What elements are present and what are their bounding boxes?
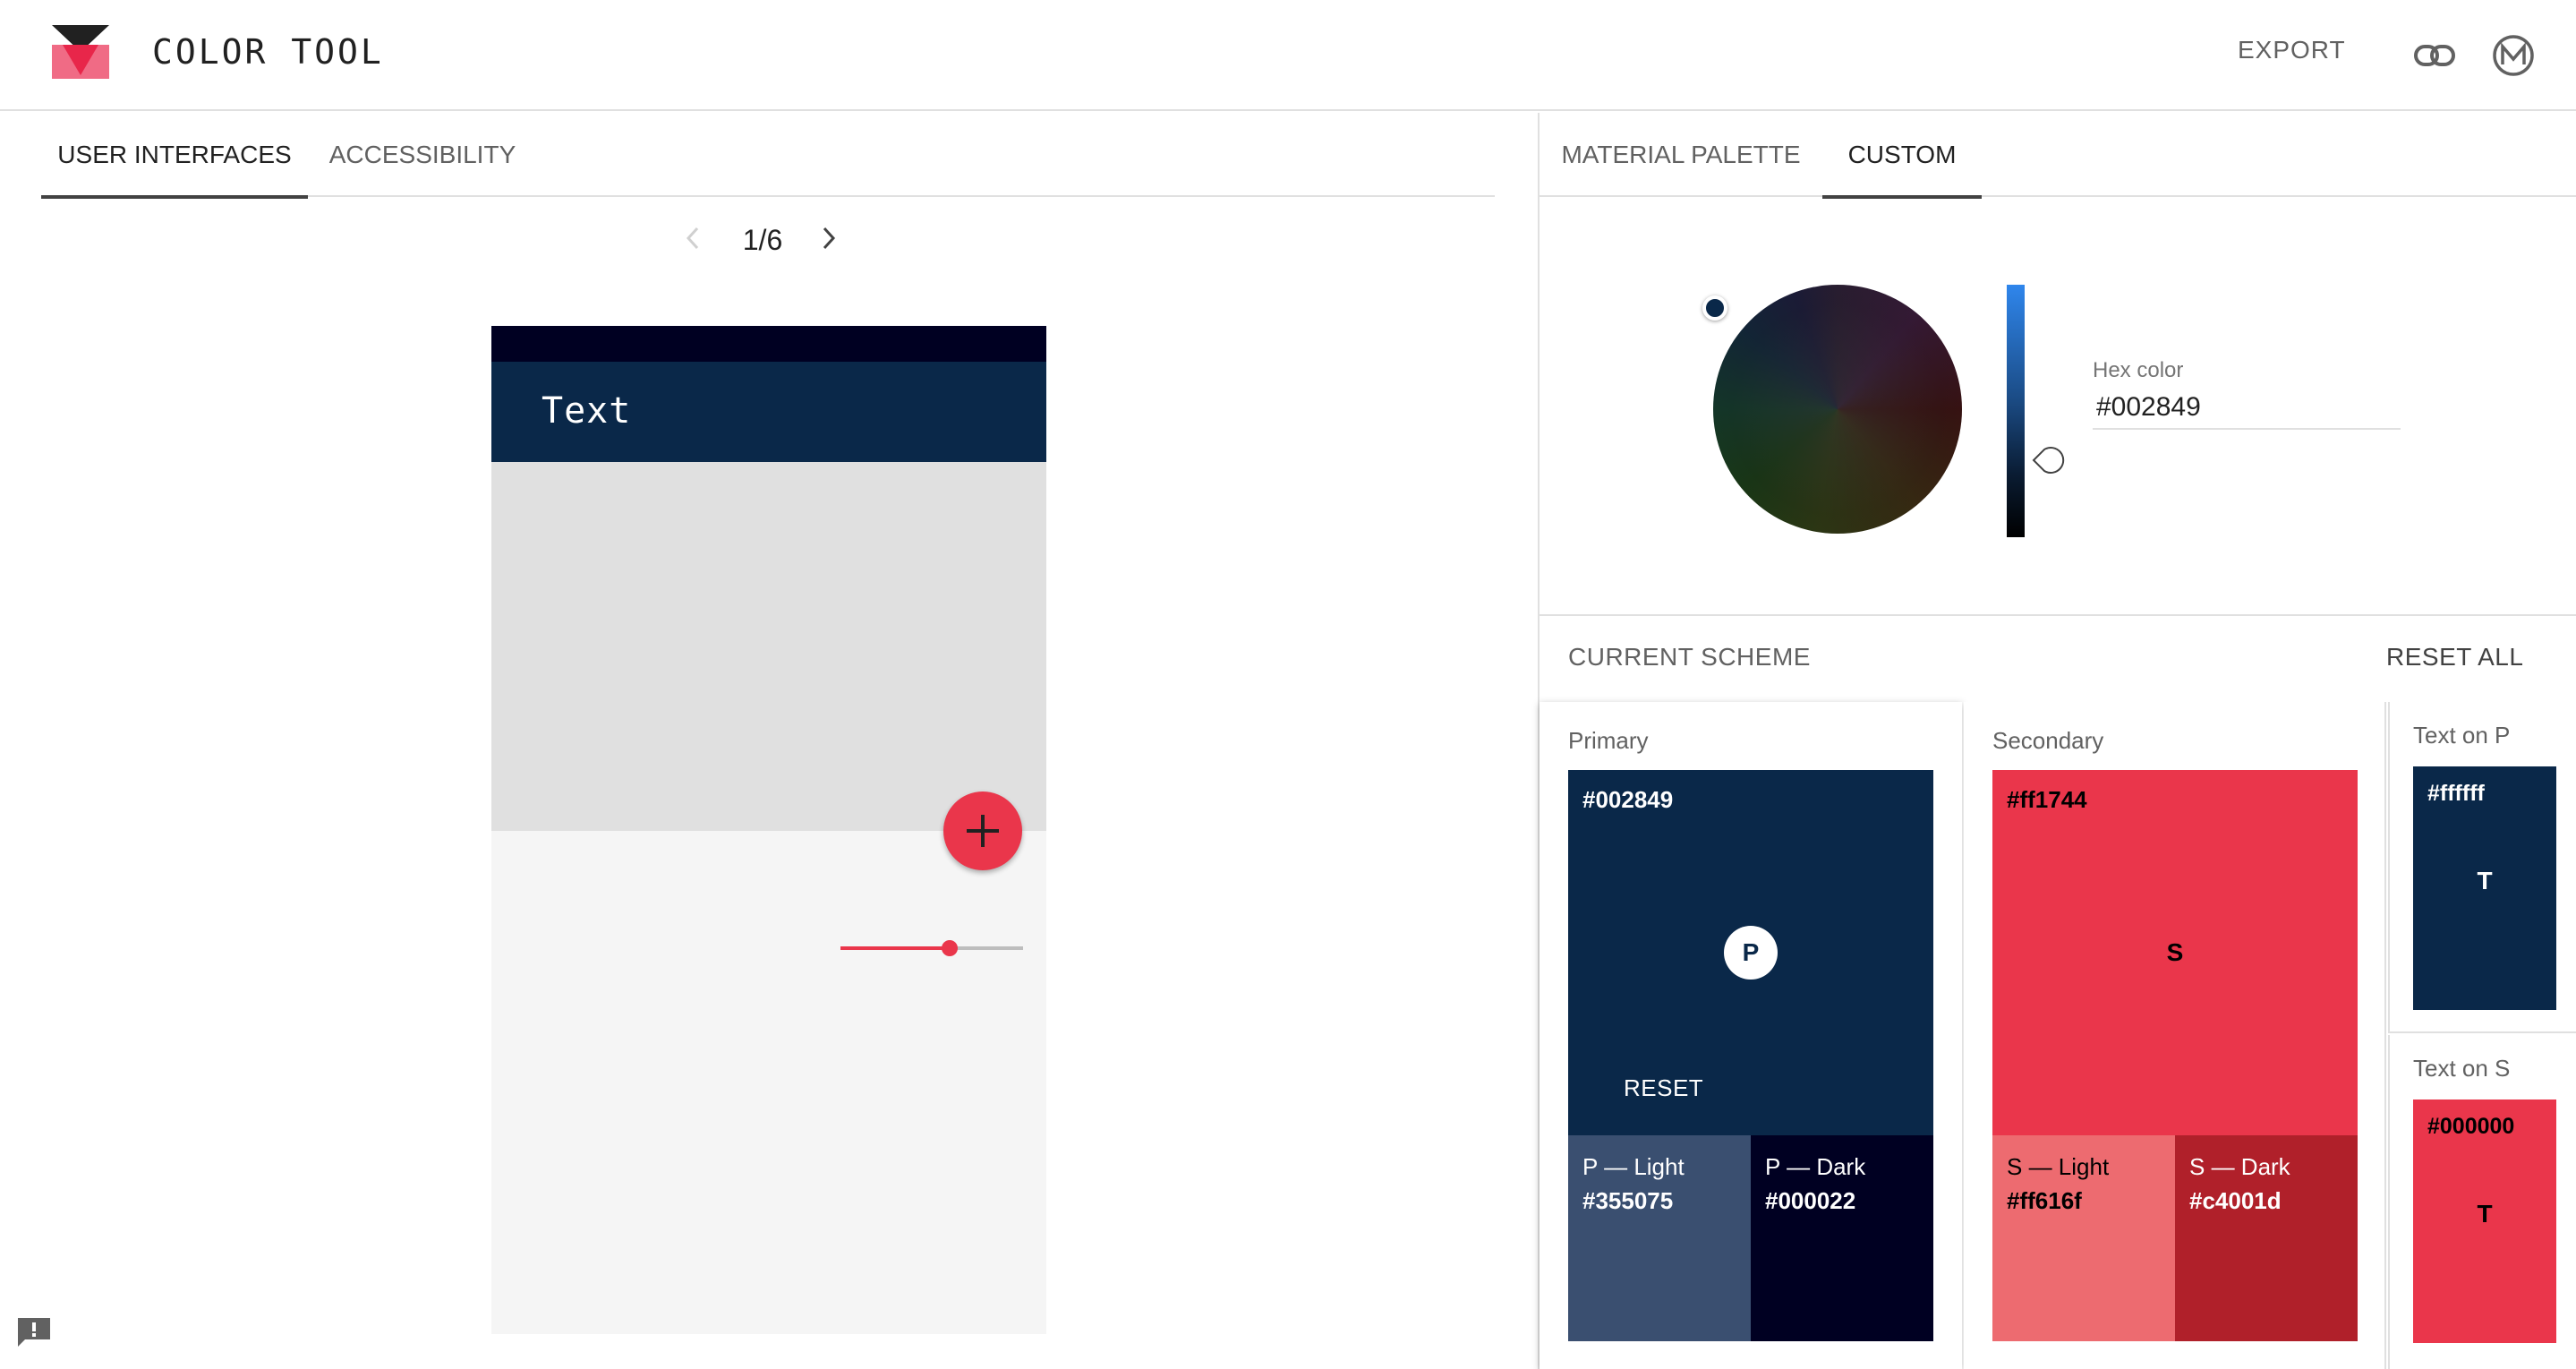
text-on-secondary-hex: #000000 — [2427, 1114, 2515, 1139]
current-scheme-title: CURRENT SCHEME — [1568, 643, 1811, 671]
slider-fill — [840, 946, 951, 950]
text-on-secondary-swatch[interactable]: #000000 T — [2413, 1099, 2556, 1343]
brightness-slider-handle[interactable] — [2030, 442, 2066, 478]
secondary-swatch[interactable]: #ff1744 S — [1992, 770, 2358, 1135]
text-on-secondary-card[interactable]: Text on S #000000 T — [2388, 1035, 2576, 1369]
current-scheme-header: CURRENT SCHEME RESET ALL — [1540, 618, 2576, 700]
secondary-hex: #ff1744 — [2007, 786, 2087, 813]
phone-app-bar: Text — [491, 362, 1046, 462]
brightness-slider[interactable] — [2007, 285, 2025, 537]
phone-app-bar-title: Text — [542, 390, 632, 432]
custom-color-picker: Hex color — [1540, 199, 2576, 616]
text-on-primary-hex: #ffffff — [2427, 781, 2485, 806]
hex-color-input[interactable] — [2093, 387, 2401, 430]
primary-selected-badge: P — [1724, 926, 1778, 980]
secondary-label: Secondary — [1992, 727, 2104, 754]
preview-pane: USER INTERFACES ACCESSIBILITY 1/6 Text — [0, 113, 1538, 1369]
secondary-dark-hex: #c4001d — [2189, 1187, 2282, 1214]
text-on-secondary-label: Text on S — [2413, 1055, 2511, 1082]
secondary-light-hex: #ff616f — [2007, 1187, 2082, 1214]
phone-preview: Text — [491, 326, 1046, 1334]
phone-slider[interactable] — [840, 935, 1023, 962]
app-title: COLOR TOOL — [152, 32, 384, 72]
primary-hex: #002849 — [1582, 786, 1674, 813]
tab-material-palette[interactable]: MATERIAL PALETTE — [1540, 113, 1822, 197]
color-pane: MATERIAL PALETTE CUSTOM Hex color CURREN… — [1540, 113, 2576, 1369]
secondary-letter: S — [2166, 938, 2184, 966]
secondary-dark-swatch[interactable]: S — Dark #c4001d — [2175, 1135, 2358, 1341]
primary-dark-hex: #000022 — [1765, 1187, 1856, 1214]
chevron-right-icon[interactable] — [816, 222, 841, 254]
primary-swatch[interactable]: #002849 P RESET — [1568, 770, 1933, 1135]
chevron-left-icon[interactable] — [680, 222, 705, 254]
phone-status-bar — [491, 326, 1046, 362]
secondary-dark-name: S — Dark — [2189, 1153, 2290, 1180]
primary-light-swatch[interactable]: P — Light #355075 — [1568, 1135, 1751, 1341]
primary-reset-button[interactable]: RESET — [1624, 1074, 1703, 1102]
export-button[interactable]: EXPORT — [2238, 36, 2346, 75]
material-logo-icon[interactable] — [2492, 34, 2535, 77]
hex-color-label: Hex color — [2093, 358, 2184, 382]
preview-pager: 1/6 — [680, 211, 841, 265]
phone-fab-button[interactable] — [943, 791, 1022, 870]
secondary-card[interactable]: Secondary #ff1744 S S — Light #ff616f S … — [1964, 702, 2386, 1369]
app-header: COLOR TOOL EXPORT — [0, 0, 2576, 111]
primary-light-name: P — Light — [1582, 1153, 1685, 1180]
secondary-light-swatch[interactable]: S — Light #ff616f — [1992, 1135, 2175, 1341]
primary-dark-swatch[interactable]: P — Dark #000022 — [1751, 1135, 1933, 1341]
tab-custom[interactable]: CUSTOM — [1822, 113, 1982, 199]
primary-light-hex: #355075 — [1582, 1187, 1674, 1214]
phone-content-area — [491, 462, 1046, 831]
tab-accessibility[interactable]: ACCESSIBILITY — [308, 113, 537, 197]
text-on-primary-label: Text on P — [2413, 722, 2511, 749]
reset-all-button[interactable]: RESET ALL — [2386, 643, 2523, 672]
text-on-primary-letter: T — [2477, 867, 2493, 894]
pager-label: 1/6 — [742, 224, 783, 256]
plus-icon — [967, 815, 999, 847]
color-wheel-shade — [1713, 285, 1962, 534]
text-on-secondary-letter: T — [2477, 1200, 2493, 1228]
tab-user-interfaces[interactable]: USER INTERFACES — [41, 113, 308, 199]
slider-thumb[interactable] — [942, 940, 959, 956]
text-on-primary-card[interactable]: Text on P #ffffff T — [2388, 702, 2576, 1033]
secondary-light-name: S — Light — [2007, 1153, 2110, 1180]
text-on-primary-swatch[interactable]: #ffffff T — [2413, 766, 2556, 1010]
feedback-icon[interactable] — [14, 1314, 54, 1350]
palette-tabbar: MATERIAL PALETTE CUSTOM — [1540, 113, 2576, 199]
primary-card[interactable]: Primary #002849 P RESET P — Light #35507… — [1540, 702, 1962, 1369]
color-wheel-handle[interactable] — [1702, 295, 1727, 321]
primary-dark-name: P — Dark — [1765, 1153, 1866, 1180]
color-tool-logo-icon — [52, 25, 109, 79]
preview-tabbar: USER INTERFACES ACCESSIBILITY — [41, 113, 1495, 199]
primary-label: Primary — [1568, 727, 1649, 754]
link-icon[interactable] — [2413, 36, 2456, 75]
